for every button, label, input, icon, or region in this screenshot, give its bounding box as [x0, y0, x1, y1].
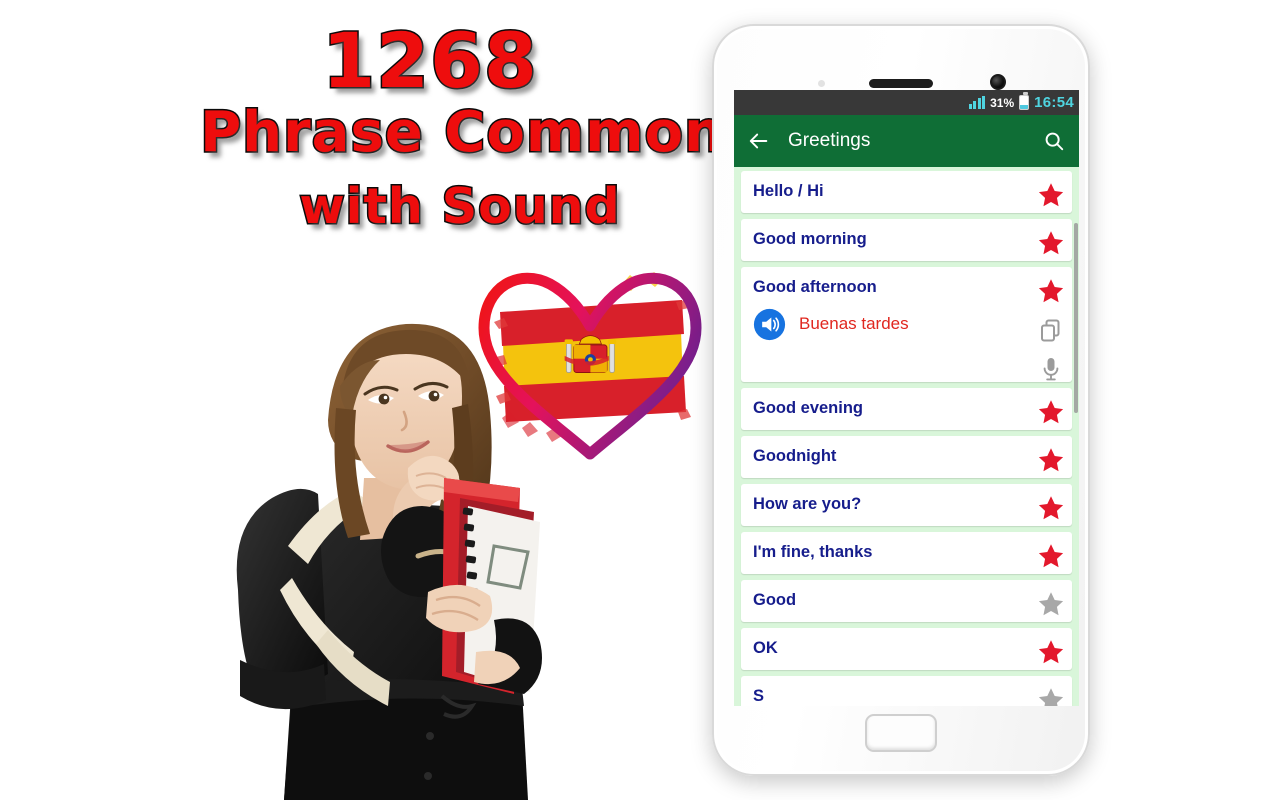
favorite-star-icon[interactable] [1036, 180, 1066, 210]
phrase-label: S [753, 687, 765, 705]
student-photo [232, 300, 582, 800]
phrase-list[interactable]: Hello / Hi Good morning Good afternoon B… [734, 167, 1079, 706]
phrase-label: OK [753, 639, 778, 657]
speaker-icon[interactable] [753, 308, 786, 341]
battery-icon [1019, 92, 1030, 110]
status-bar: 31% 16:54 [734, 90, 1079, 115]
list-item[interactable]: How are you? [741, 484, 1072, 526]
home-button[interactable] [865, 714, 937, 752]
favorite-star-icon[interactable] [1036, 228, 1066, 258]
signal-bars-icon [968, 96, 986, 109]
microphone-icon[interactable] [1039, 356, 1063, 382]
promo-screenshot: 1268 Phrase Common with Sound 31% 16:54 … [0, 0, 1280, 800]
list-item-partial[interactable]: S [741, 676, 1072, 706]
front-camera-icon [990, 74, 1006, 90]
phrase-label: How are you? [753, 495, 862, 513]
favorite-star-icon[interactable] [1036, 276, 1066, 306]
phone-mockup: 31% 16:54 Greetings Hello / Hi Good morn… [712, 24, 1090, 776]
favorite-star-icon[interactable] [1036, 589, 1066, 619]
list-item[interactable]: Good evening [741, 388, 1072, 430]
phrase-label: Hello / Hi [753, 182, 824, 200]
phrase-label: Good evening [753, 399, 864, 417]
proximity-sensor [818, 80, 825, 87]
list-item[interactable]: Hello / Hi [741, 171, 1072, 213]
scrollbar-thumb[interactable] [1074, 223, 1078, 413]
favorite-star-icon[interactable] [1036, 685, 1066, 706]
favorite-star-icon[interactable] [1036, 397, 1066, 427]
list-item[interactable]: Goodnight [741, 436, 1072, 478]
phrase-label: Goodnight [753, 447, 837, 465]
phone-screen: 31% 16:54 Greetings Hello / Hi Good morn… [734, 90, 1079, 706]
favorite-star-icon[interactable] [1036, 637, 1066, 667]
search-icon[interactable] [1043, 130, 1065, 152]
earpiece-speaker [869, 79, 933, 88]
back-arrow-icon[interactable] [748, 130, 770, 152]
favorite-star-icon[interactable] [1036, 445, 1066, 475]
phrase-label: I'm fine, thanks [753, 543, 873, 561]
copy-icon[interactable] [1039, 318, 1063, 344]
phrase-label: Good [753, 591, 797, 609]
clock-label: 16:54 [1034, 94, 1074, 111]
list-item[interactable]: Good morning [741, 219, 1072, 261]
battery-percent-label: 31% [990, 95, 1015, 110]
list-item-expanded[interactable]: Good afternoon Buenas tardes [741, 267, 1072, 382]
list-item[interactable]: OK [741, 628, 1072, 670]
phrase-label: Good morning [753, 230, 867, 248]
page-title: Greetings [788, 130, 871, 151]
favorite-star-icon[interactable] [1036, 493, 1066, 523]
translation-label: Buenas tardes [799, 314, 909, 334]
app-bar: Greetings [734, 115, 1079, 167]
list-item[interactable]: Good [741, 580, 1072, 622]
phrase-label: Good afternoon [753, 278, 877, 296]
favorite-star-icon[interactable] [1036, 541, 1066, 571]
list-scrollbar[interactable] [1074, 167, 1078, 706]
list-item[interactable]: I'm fine, thanks [741, 532, 1072, 574]
